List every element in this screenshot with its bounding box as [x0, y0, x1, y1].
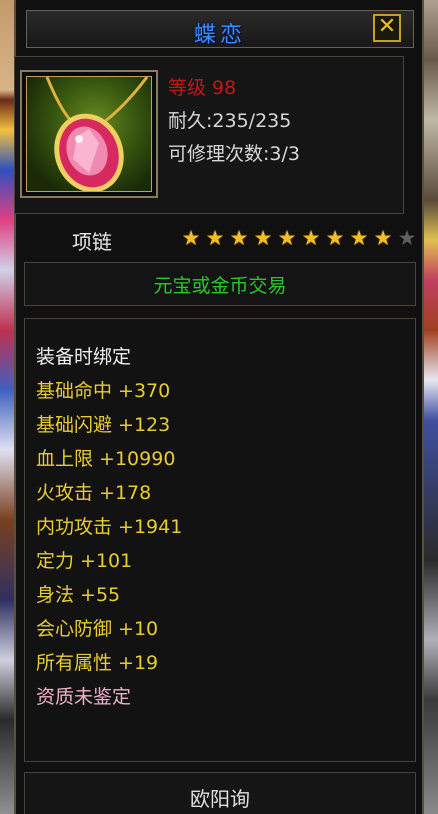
maker-box: 欧阳询	[24, 772, 416, 814]
stat-line: 内功攻击 +1941	[36, 516, 183, 538]
item-name: 蝶恋	[193, 23, 246, 48]
stat-line: 定力 +101	[36, 550, 133, 572]
star-icon: ★	[349, 226, 369, 250]
star-icon: ★	[301, 226, 321, 250]
stat-line: 基础命中 +370	[36, 380, 171, 402]
stat-line: 所有属性 +19	[36, 652, 159, 674]
unidentified-text: 资质未鉴定	[36, 686, 132, 708]
star-icon: ★	[325, 226, 345, 250]
maker-name: 欧阳询	[190, 787, 250, 811]
title-bar: 蝶恋	[26, 10, 414, 48]
close-x-icon[interactable]: ✕	[373, 14, 401, 42]
stat-line: 血上限 +10990	[36, 448, 176, 470]
star-rating: ★ ★ ★ ★ ★ ★ ★ ★ ★ ★	[180, 226, 418, 250]
bind-text: 装备时绑定	[36, 346, 132, 368]
stat-line: 基础闪避 +123	[36, 414, 171, 436]
star-icon: ★	[205, 226, 225, 250]
item-repair-count: 可修理次数:3/3	[168, 143, 300, 165]
stat-line: 火攻击 +178	[36, 482, 152, 504]
star-icon: ★	[277, 226, 297, 250]
star-icon: ★	[373, 226, 393, 250]
star-icon: ★	[181, 226, 201, 250]
stat-line: 会心防御 +10	[36, 618, 159, 640]
stat-line: 身法 +55	[36, 584, 121, 606]
trade-text: 元宝或金币交易	[153, 275, 287, 297]
pink-gem-necklace-icon	[26, 76, 152, 192]
item-type: 项链	[72, 230, 112, 254]
trade-box: 元宝或金币交易	[24, 262, 416, 306]
item-durability: 耐久:235/235	[168, 110, 292, 132]
item-level: 等级 98	[168, 77, 237, 99]
star-icon: ★	[397, 226, 417, 250]
item-icon-frame	[20, 70, 158, 198]
star-icon: ★	[229, 226, 249, 250]
star-icon: ★	[253, 226, 273, 250]
